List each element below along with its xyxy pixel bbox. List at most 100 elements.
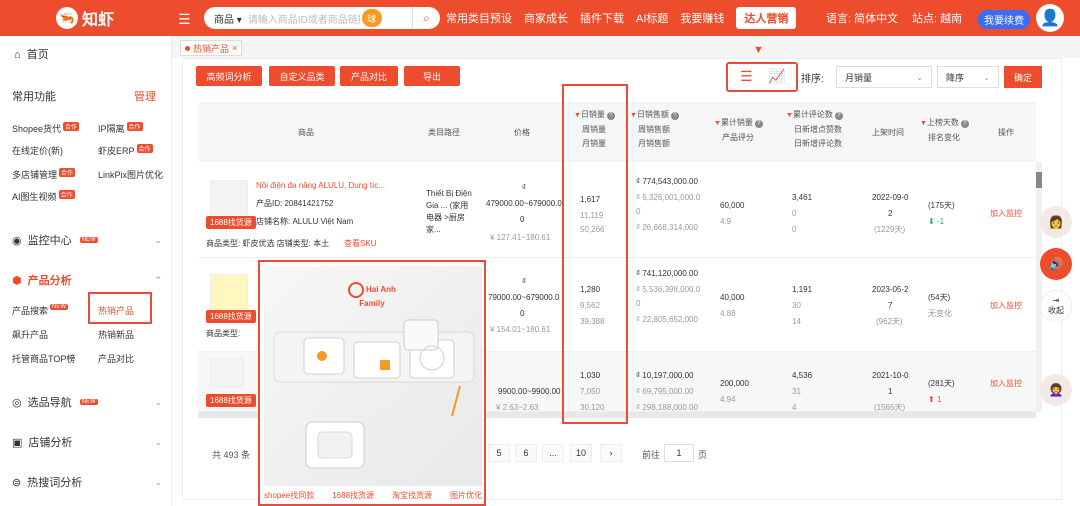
listed-date: 2021-10-0 — [872, 371, 909, 380]
chevron-down-icon: ⌄ — [916, 72, 923, 82]
sidebar-link-online-pricing[interactable]: 在线定价(新) — [12, 144, 63, 157]
logo[interactable]: 🦐 知虾 — [56, 6, 128, 30]
renew-button[interactable]: 我要续费 — [978, 10, 1030, 29]
daily-revenue: ₫ 774,543,000.00 — [636, 177, 698, 186]
page-10[interactable]: 10 — [570, 444, 592, 462]
total-sales: 40,000 — [720, 293, 745, 302]
view-sku-link[interactable]: 查看SKU — [344, 238, 376, 250]
tab-hot-products[interactable]: 热销产品 × — [180, 40, 243, 56]
col-daily-revenue[interactable]: ▼日销售额? 周销售额 月销售额 — [630, 108, 679, 151]
col-total-reviews[interactable]: ▼累计评论数? 日新增点赞数 日新增评论数 — [786, 108, 843, 151]
keyword-analysis-button[interactable]: 高频词分析 — [196, 66, 262, 86]
next-page-icon[interactable]: › — [600, 444, 622, 462]
rating: 4.94 — [720, 395, 736, 404]
add-monitor-button[interactable]: 加入监控 — [990, 208, 1022, 220]
announcement-button[interactable]: 🔊 — [1040, 248, 1072, 280]
price-range: 9900.00~9900.00 — [498, 387, 561, 396]
sidebar-item-home[interactable]: ⌂ 首页 — [14, 46, 49, 62]
sidebar-link-shopee-forwarder[interactable]: Shopee货代 合作 — [12, 122, 80, 135]
search-type-select[interactable]: 商品 ▾ — [204, 11, 248, 26]
assistant-avatar[interactable]: 👩‍🦱 — [1040, 374, 1072, 406]
header-sub-label: 月销售额 — [638, 139, 670, 148]
chart-view-icon[interactable]: 📈 — [768, 68, 785, 85]
nav-earn-money[interactable]: 我要赚钱 — [680, 10, 724, 26]
site-select[interactable]: 站点: 越南 — [912, 0, 962, 36]
sidebar-link-new-hot[interactable]: 热销新品 — [98, 328, 134, 341]
sort-field-select[interactable]: 月销量 ⌄ — [836, 66, 932, 88]
shopee-same-item-link[interactable]: shopee找同款 — [264, 490, 314, 501]
add-monitor-button[interactable]: 加入监控 — [990, 300, 1022, 312]
sidebar-section-selection[interactable]: ◎ 选品导航 NEW ⌄ — [12, 394, 162, 410]
section-label: 监控中心 — [27, 235, 72, 247]
image-optimize-link[interactable]: 图片优化 — [450, 490, 482, 501]
sidebar-link-linkpix[interactable]: LinkPix图片优化 — [98, 168, 163, 181]
confirm-button[interactable]: 确定 — [1004, 66, 1042, 88]
manage-link[interactable]: 管理 — [134, 88, 156, 104]
add-monitor-button[interactable]: 加入监控 — [990, 378, 1022, 390]
link-label: Shopee货代 — [12, 124, 62, 134]
product-thumbnail[interactable] — [210, 180, 248, 218]
export-button[interactable]: 导出 — [404, 66, 460, 86]
sidebar-section-monitor[interactable]: ◉ 监控中心 NEW ⌄ — [12, 232, 162, 248]
sidebar-section-product-analysis[interactable]: ⬢ 产品分析 ⌃ — [12, 272, 162, 288]
sidebar-link-ip-isolation[interactable]: IP隔离 合作 — [98, 122, 143, 135]
days-on-list: (54天) — [928, 293, 951, 302]
menu-icon[interactable]: ☰ — [178, 11, 191, 28]
avatar[interactable]: 👤 — [1036, 4, 1064, 32]
sidebar-section-keywords[interactable]: ⊜ 热搜词分析 ⌄ — [12, 474, 162, 490]
collapse-button[interactable]: ⇥ 收起 — [1040, 290, 1072, 322]
shop-name[interactable]: 店铺名称: ALULU Việt Nam — [256, 216, 353, 228]
header-label: 上榜天数 — [926, 118, 959, 127]
sidebar-link-managed-top[interactable]: 托管商品TOP榜 — [12, 352, 75, 365]
page-6[interactable]: 6 — [515, 444, 537, 462]
taobao-source-link[interactable]: 淘宝找货源 — [392, 490, 432, 501]
custom-category-button[interactable]: 自定义品类 — [269, 66, 335, 86]
col-total-sales[interactable]: ▼累计销量? 产品评分 — [714, 116, 763, 145]
scroll-thumb[interactable] — [1036, 172, 1042, 188]
source-1688-button[interactable]: 1688找货源 — [206, 216, 256, 229]
nav-category-preset[interactable]: 常用类目预设 — [446, 10, 512, 26]
site-globe-icon[interactable]: 球 — [361, 9, 382, 27]
monitor-icon: ◉ — [12, 234, 22, 247]
page-5[interactable]: 5 — [488, 444, 510, 462]
sidebar-link-rising-products[interactable]: 飙升产品 — [12, 328, 48, 341]
vertical-scrollbar[interactable] — [1036, 162, 1042, 412]
help-icon: ? — [754, 120, 763, 128]
nav-merchant-growth[interactable]: 商家成长 — [524, 10, 568, 26]
sidebar-link-shopee-erp[interactable]: 虾皮ERP 合作 — [98, 144, 153, 157]
goto-page-input[interactable]: 1 — [664, 444, 694, 462]
search-input[interactable]: 请输入商品ID或者商品链接 — [248, 11, 360, 26]
search-icon[interactable]: ⌕ — [412, 7, 440, 29]
list-view-icon[interactable]: ☰ — [740, 68, 753, 85]
sidebar-link-product-search[interactable]: 产品搜索 NEW — [12, 304, 69, 317]
sidebar-link-ai-video[interactable]: AI图生视频 合作 — [12, 190, 75, 203]
total-reviews: 1,191 — [792, 285, 813, 294]
nav-influencer-marketing[interactable]: 达人营销 — [736, 7, 797, 29]
product-compare-button[interactable]: 产品对比 — [340, 66, 398, 86]
sidebar: ⌂ 首页 常用功能 管理 Shopee货代 合作 IP隔离 合作 在线定价(新) 虾… — [0, 36, 172, 506]
monthly-revenue: ₫ 22,805,652,000 — [636, 315, 698, 324]
close-icon[interactable]: × — [232, 43, 237, 53]
col-days-listed[interactable]: ▼上榜天数? 排名变化 — [920, 116, 969, 145]
language-select[interactable]: 语言: 简体中文 — [826, 0, 898, 36]
sidebar-section-shop[interactable]: ▣ 店铺分析 ⌄ — [12, 434, 162, 450]
nav-ai-title[interactable]: AI标题 — [636, 10, 668, 26]
link-label: AI图生视频 — [12, 192, 57, 202]
source-1688-button[interactable]: 1688找货源 — [206, 310, 256, 323]
chevron-down-icon: ⌄ — [983, 72, 990, 82]
source-1688-link[interactable]: 1688找货源 — [332, 490, 374, 501]
tab-label: 热销产品 — [193, 43, 230, 54]
sort-order-select[interactable]: 降序 ⌄ — [937, 66, 999, 88]
price-cny: ¥ 154.01~180.61 — [490, 325, 551, 334]
shrimp-logo-icon: 🦐 — [56, 7, 78, 29]
sidebar-link-multi-shop[interactable]: 多店铺管理 合作 — [12, 168, 76, 181]
page-ellipsis[interactable]: ... — [542, 444, 564, 462]
product-name-link[interactable]: Nồi điện đa năng ALULU, Dung tíc... — [256, 180, 385, 192]
nav-plugin-download[interactable]: 插件下载 — [580, 10, 624, 26]
support-agent-avatar[interactable]: 👩 — [1040, 206, 1072, 238]
sidebar-link-product-compare[interactable]: 产品对比 — [98, 352, 134, 365]
product-thumbnail[interactable] — [210, 358, 244, 388]
source-1688-button[interactable]: 1688找货源 — [206, 394, 256, 407]
listed-date-cont: 2 — [888, 209, 893, 218]
product-thumbnail[interactable] — [210, 274, 248, 312]
